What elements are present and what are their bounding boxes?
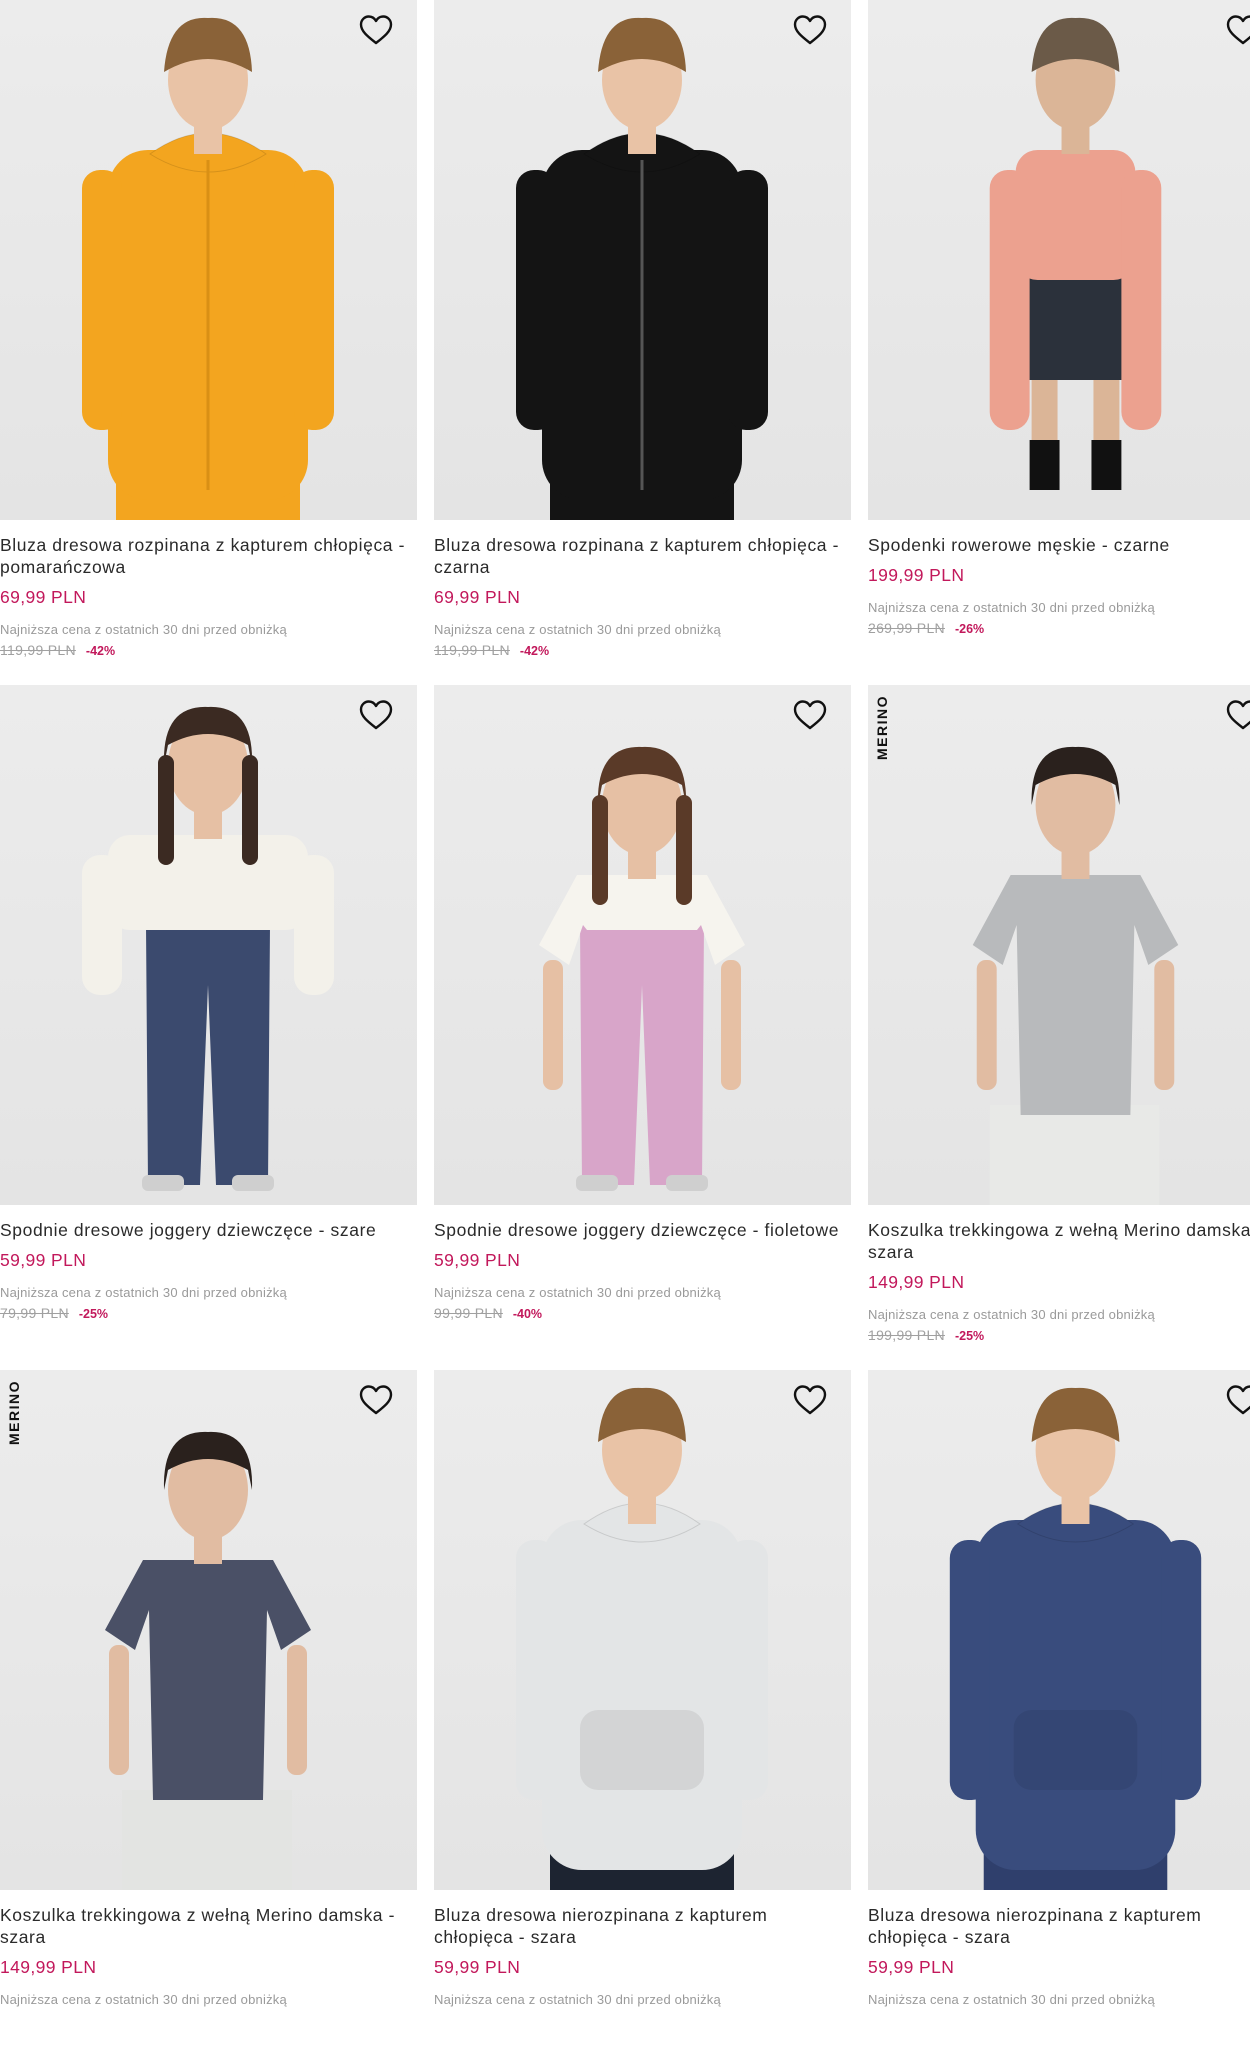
discount-badge: -25% <box>954 1329 985 1343</box>
discount-badge: -42% <box>85 644 116 658</box>
merino-badge: MERINO <box>6 1380 22 1445</box>
lowest-price-note: Najniższa cena z ostatnich 30 dni przed … <box>0 1992 287 2007</box>
product-title[interactable]: Spodnie dresowe joggery dziewczęce - fio… <box>434 1219 851 1241</box>
heart-outline-icon[interactable] <box>793 699 827 731</box>
product-image[interactable]: MERINO <box>868 685 1250 1205</box>
product-image[interactable] <box>434 0 851 520</box>
product-photo <box>516 17 768 520</box>
heart-outline-icon[interactable] <box>359 14 393 46</box>
product-photo <box>516 1387 768 1890</box>
product-photo <box>972 746 1179 1205</box>
product-title[interactable]: Spodnie dresowe joggery dziewczęce - sza… <box>0 1219 417 1241</box>
product-image[interactable] <box>434 1370 851 1890</box>
product-card-7[interactable]: MERINO Koszulka trekkingowa z wełną Meri… <box>0 1370 417 2055</box>
shorts-shape <box>1017 270 1134 380</box>
product-card-9[interactable]: Bluza dresowa nierozpinana z kapturem ch… <box>868 1370 1250 2055</box>
merino-badge: MERINO <box>874 695 890 760</box>
product-title[interactable]: Bluza dresowa rozpinana z kapturem chłop… <box>0 534 417 578</box>
lowest-price-note: Najniższa cena z ostatnich 30 dni przed … <box>434 1992 721 2007</box>
old-price-row: 199,99 PLN -25% <box>868 1327 1250 1343</box>
product-card-2[interactable]: Bluza dresowa rozpinana z kapturem chłop… <box>434 0 851 685</box>
discount-badge: -40% <box>512 1307 543 1321</box>
product-price: 149,99 PLN <box>0 1957 97 1977</box>
product-title[interactable]: Bluza dresowa rozpinana z kapturem chłop… <box>434 534 851 578</box>
product-card-4[interactable]: Spodnie dresowe joggery dziewczęce - sza… <box>0 685 417 1370</box>
old-price-row: 79,99 PLN -25% <box>0 1305 417 1321</box>
heart-outline-icon[interactable] <box>359 1384 393 1416</box>
product-photo <box>105 1431 311 1890</box>
product-card-5[interactable]: Spodnie dresowe joggery dziewczęce - fio… <box>434 685 851 1370</box>
lowest-price-note: Najniższa cena z ostatnich 30 dni przed … <box>0 1285 287 1300</box>
product-price: 149,99 PLN <box>868 1272 965 1292</box>
product-grid: Bluza dresowa rozpinana z kapturem chłop… <box>0 0 1250 2055</box>
old-price-row: 119,99 PLN -42% <box>434 642 851 658</box>
old-price: 119,99 PLN <box>0 642 76 658</box>
product-price: 69,99 PLN <box>434 587 521 607</box>
lowest-price-note: Najniższa cena z ostatnich 30 dni przed … <box>868 1992 1155 2007</box>
old-price: 99,99 PLN <box>434 1305 503 1321</box>
product-price: 69,99 PLN <box>0 587 87 607</box>
product-price: 59,99 PLN <box>0 1250 87 1270</box>
lowest-price-note: Najniższa cena z ostatnich 30 dni przed … <box>434 1285 721 1300</box>
lowest-price-note: Najniższa cena z ostatnich 30 dni przed … <box>868 1307 1155 1322</box>
product-price: 59,99 PLN <box>868 1957 955 1977</box>
product-image[interactable] <box>868 0 1250 520</box>
lowest-price-note: Najniższa cena z ostatnich 30 dni przed … <box>868 600 1155 615</box>
old-price: 269,99 PLN <box>868 620 945 636</box>
heart-outline-icon[interactable] <box>1226 1384 1250 1416</box>
discount-badge: -42% <box>519 644 550 658</box>
product-image[interactable] <box>868 1370 1250 1890</box>
heart-outline-icon[interactable] <box>359 699 393 731</box>
product-photo <box>949 1387 1202 1890</box>
heart-outline-icon[interactable] <box>793 14 827 46</box>
discount-badge: -25% <box>78 1307 109 1321</box>
heart-outline-icon[interactable] <box>1226 14 1250 46</box>
product-photo <box>989 17 1162 490</box>
product-price: 59,99 PLN <box>434 1250 521 1270</box>
product-image[interactable]: MERINO <box>0 1370 417 1890</box>
product-title[interactable]: Koszulka trekkingowa z wełną Merino dams… <box>868 1219 1250 1263</box>
old-price-row: 269,99 PLN -26% <box>868 620 1250 636</box>
lowest-price-note: Najniższa cena z ostatnich 30 dni przed … <box>434 622 721 637</box>
product-title[interactable]: Koszulka trekkingowa z wełną Merino dams… <box>0 1904 417 1948</box>
old-price-row: 119,99 PLN -42% <box>0 642 417 658</box>
product-title[interactable]: Bluza dresowa nierozpinana z kapturem ch… <box>434 1904 851 1948</box>
heart-outline-icon[interactable] <box>793 1384 827 1416</box>
product-card-8[interactable]: Bluza dresowa nierozpinana z kapturem ch… <box>434 1370 851 2055</box>
product-photo <box>539 746 745 1191</box>
product-price: 199,99 PLN <box>868 565 965 585</box>
old-price: 119,99 PLN <box>434 642 510 658</box>
product-image[interactable] <box>434 685 851 1205</box>
product-card-1[interactable]: Bluza dresowa rozpinana z kapturem chłop… <box>0 0 417 685</box>
product-title[interactable]: Spodenki rowerowe męskie - czarne <box>868 534 1250 556</box>
product-photo <box>82 17 334 520</box>
product-image[interactable] <box>0 685 417 1205</box>
discount-badge: -26% <box>954 622 985 636</box>
product-photo <box>82 706 334 1191</box>
old-price-row: 99,99 PLN -40% <box>434 1305 851 1321</box>
product-title[interactable]: Bluza dresowa nierozpinana z kapturem ch… <box>868 1904 1250 1948</box>
product-image[interactable] <box>0 0 417 520</box>
lowest-price-note: Najniższa cena z ostatnich 30 dni przed … <box>0 622 287 637</box>
product-price: 59,99 PLN <box>434 1957 521 1977</box>
product-card-6[interactable]: MERINO Koszulka trekkingowa z wełną Meri… <box>868 685 1250 1370</box>
heart-outline-icon[interactable] <box>1226 699 1250 731</box>
product-card-3[interactable]: Spodenki rowerowe męskie - czarne 199,99… <box>868 0 1250 685</box>
old-price: 199,99 PLN <box>868 1327 945 1343</box>
old-price: 79,99 PLN <box>0 1305 69 1321</box>
